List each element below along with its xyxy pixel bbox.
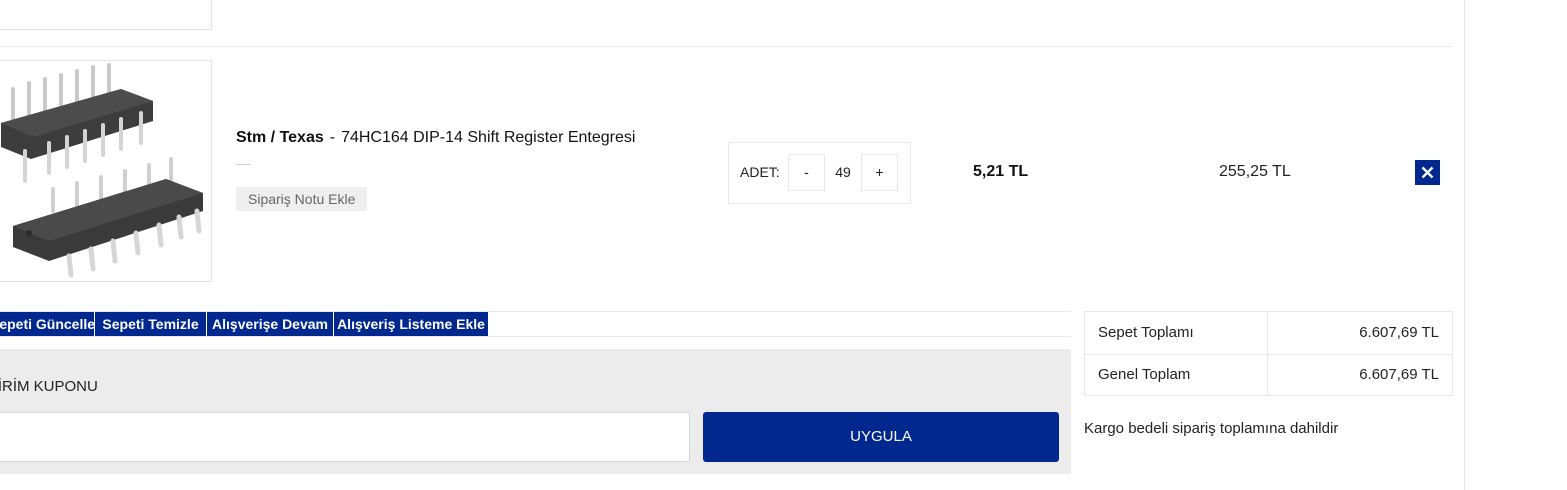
quantity-stepper: ADET: - 49 + — [728, 142, 911, 204]
title-underline — [236, 164, 250, 165]
add-to-shopping-list-button[interactable]: Alışveriş Listeme Ekle — [334, 312, 489, 336]
totals-table: Sepet Toplamı 6.607,69 TL Genel Toplam 6… — [1084, 311, 1453, 396]
coupon-title: İNDİRİM KUPONU — [0, 378, 98, 395]
shipping-included-note: Kargo bedeli sipariş toplamına dahildir — [1084, 420, 1339, 437]
add-order-note-button[interactable]: Sipariş Notu Ekle — [236, 187, 368, 211]
product-title[interactable]: Stm / Texas -74HC164 DIP-14 Shift Registe… — [236, 129, 635, 147]
quantity-label: ADET: — [740, 164, 780, 180]
line-total: 255,25 TL — [1219, 163, 1291, 180]
unit-price: 5,21 TL — [973, 163, 1029, 180]
cart-total-label: Sepet Toplamı — [1098, 324, 1194, 341]
cart-page: Stm / Texas -74HC164 DIP-14 Shift Registe… — [0, 0, 1567, 490]
clear-cart-button[interactable]: Sepeti Temizle — [95, 312, 207, 336]
grand-total-value: 6.607,69 TL — [1359, 366, 1439, 383]
close-icon — [1421, 166, 1434, 179]
apply-coupon-button[interactable]: UYGULA — [703, 412, 1059, 462]
grand-total-label: Genel Toplam — [1098, 366, 1191, 383]
title-separator: - — [329, 129, 336, 146]
coupon-code-input[interactable] — [0, 412, 690, 462]
totals-row-cart: Sepet Toplamı 6.607,69 TL — [1085, 312, 1452, 355]
quantity-decrease-button[interactable]: - — [788, 154, 825, 191]
continue-shopping-button[interactable]: Alışverişe Devam — [207, 312, 334, 336]
quantity-increase-button[interactable]: + — [861, 154, 898, 191]
product-brand: Stm / Texas — [236, 129, 324, 146]
product-name: 74HC164 DIP-14 Shift Register Entegresi — [341, 129, 636, 146]
previous-item-thumbnail[interactable] — [0, 0, 212, 30]
product-image[interactable] — [0, 60, 212, 282]
row-divider — [0, 46, 1453, 47]
cart-total-value: 6.607,69 TL — [1359, 324, 1439, 341]
quantity-input[interactable]: 49 — [825, 154, 861, 191]
dip14-chip-illustration — [1, 63, 203, 278]
update-cart-button[interactable]: Sepeti Güncelle — [0, 312, 95, 336]
totals-row-grand: Genel Toplam 6.607,69 TL — [1085, 354, 1452, 396]
remove-item-button[interactable] — [1415, 160, 1440, 185]
page-right-border — [1464, 0, 1465, 490]
